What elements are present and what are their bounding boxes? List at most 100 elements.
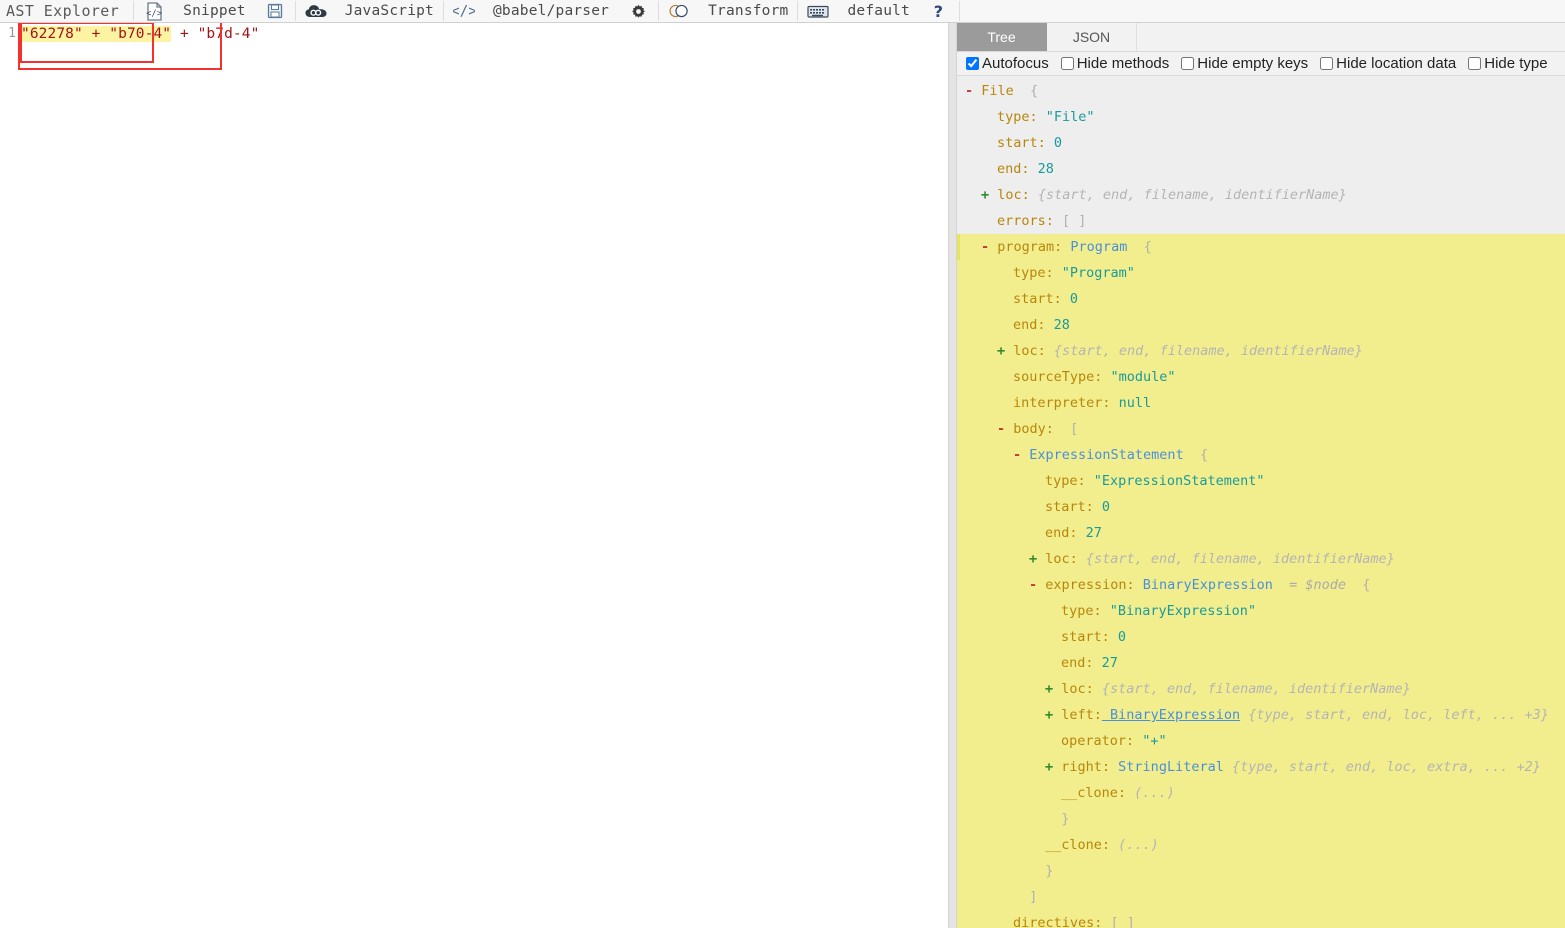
code-brackets-icon: </>: [453, 2, 475, 21]
ast-node-row[interactable]: + right: StringLiteral {type, start, end…: [957, 754, 1565, 780]
node-type[interactable]: BinaryExpression: [1135, 577, 1273, 593]
language-label[interactable]: JavaScript: [336, 0, 443, 22]
node-type[interactable]: BinaryExpression: [1102, 707, 1240, 723]
pane-resize-handle[interactable]: [948, 23, 957, 928]
parser-settings-button[interactable]: [618, 0, 658, 22]
snippet-label[interactable]: Snippet: [174, 0, 255, 22]
ast-node-row[interactable]: - expression: BinaryExpression = $node {: [957, 572, 1565, 598]
expand-toggle-icon[interactable]: +: [981, 187, 997, 203]
option-hide-location-data[interactable]: Hide location data: [1320, 55, 1456, 72]
line-number: 1: [8, 26, 16, 41]
option-hide-empty-keys[interactable]: Hide empty keys: [1181, 55, 1308, 72]
node-key: start:: [997, 135, 1046, 151]
node-key: program:: [997, 239, 1063, 255]
ast-node-row[interactable]: type: "Program": [957, 260, 1565, 286]
node-type[interactable]: StringLiteral: [1110, 759, 1224, 775]
node-key: type:: [1013, 265, 1054, 281]
node-key: body:: [1013, 421, 1054, 437]
node-value: {type, start, end, loc, extra, ... +2}: [1223, 759, 1541, 775]
transform-toggle-button[interactable]: [659, 0, 699, 22]
ast-node-row[interactable]: type: "File": [957, 104, 1565, 130]
ast-node-row[interactable]: + loc: {start, end, filename, identifier…: [957, 546, 1565, 572]
node-value: {start, end, filename, identifierName}: [1045, 343, 1363, 359]
save-button[interactable]: [255, 0, 295, 22]
ast-node-row[interactable]: end: 28: [957, 312, 1565, 338]
ast-node-row[interactable]: interpreter: null: [957, 390, 1565, 416]
ast-node-row[interactable]: + loc: {start, end, filename, identifier…: [957, 182, 1565, 208]
ast-tree-view[interactable]: - File {type: "File" start: 0 end: 28 + loc…: [957, 76, 1565, 928]
ast-node-row[interactable]: start: 0: [957, 286, 1565, 312]
node-key: end:: [997, 161, 1030, 177]
expand-toggle-icon[interactable]: +: [997, 343, 1013, 359]
ast-node-row[interactable]: sourceType: "module": [957, 364, 1565, 390]
node-value: "BinaryExpression": [1101, 603, 1257, 619]
option-hide-methods[interactable]: Hide methods: [1060, 55, 1169, 72]
collapse-toggle-icon[interactable]: -: [997, 421, 1013, 437]
ast-node-row[interactable]: + loc: {start, end, filename, identifier…: [957, 338, 1565, 364]
ast-node-row[interactable]: + loc: {start, end, filename, identifier…: [957, 676, 1565, 702]
ast-node-row[interactable]: - program: Program {: [957, 234, 1565, 260]
checkbox-hide-empty-keys[interactable]: [1181, 57, 1195, 70]
help-button[interactable]: ?: [919, 0, 959, 22]
collapse-toggle-icon[interactable]: -: [1013, 447, 1029, 463]
checkbox-hide-location-data[interactable]: [1320, 57, 1334, 70]
code-selection[interactable]: "62278" + "b70-4": [21, 26, 172, 42]
expand-toggle-icon[interactable]: +: [1029, 551, 1045, 567]
ast-node-row[interactable]: start: 0: [957, 130, 1565, 156]
checkbox-autofocus[interactable]: [966, 57, 979, 70]
tab-tree[interactable]: Tree: [957, 23, 1047, 51]
ast-node-row[interactable]: }: [957, 858, 1565, 884]
ast-node-row[interactable]: type: "BinaryExpression": [957, 598, 1565, 624]
collapse-toggle-icon[interactable]: -: [1029, 577, 1045, 593]
expand-toggle-icon[interactable]: +: [1045, 681, 1061, 697]
code-remainder[interactable]: + "b7d-4": [171, 26, 259, 42]
ast-node-row[interactable]: - File {: [957, 78, 1565, 104]
snippet-doc-button[interactable]: </>: [134, 0, 174, 22]
checkbox-hide-type[interactable]: [1468, 57, 1482, 70]
node-key: end:: [1013, 317, 1046, 333]
parser-label[interactable]: @babel/parser: [484, 0, 618, 22]
ast-node-row[interactable]: errors: [ ]: [957, 208, 1565, 234]
option-autofocus[interactable]: Autofocus: [966, 55, 1049, 72]
ast-node-row[interactable]: - body: [: [957, 416, 1565, 442]
keymap-label[interactable]: default: [838, 0, 919, 22]
ast-node-row[interactable]: end: 27: [957, 650, 1565, 676]
transform-label[interactable]: Transform: [699, 0, 797, 22]
cloud-button[interactable]: [296, 0, 336, 22]
option-hide-type[interactable]: Hide type: [1468, 55, 1548, 72]
ast-tab-bar: Tree JSON: [957, 23, 1565, 52]
node-key: __clone:: [1045, 837, 1111, 853]
ast-node-row[interactable]: ]: [957, 884, 1565, 910]
ast-node-row[interactable]: type: "ExpressionStatement": [957, 468, 1565, 494]
checkbox-hide-methods[interactable]: [1060, 57, 1074, 70]
tab-json[interactable]: JSON: [1047, 23, 1137, 51]
code-line-1[interactable]: 1 "62278" + "b70-4" + "b7d-4": [0, 23, 948, 45]
ast-node-row[interactable]: start: 0: [957, 624, 1565, 650]
node-annotation: = $node: [1272, 577, 1346, 593]
ast-node-row[interactable]: __clone: (...): [957, 832, 1565, 858]
ast-node-row[interactable]: start: 0: [957, 494, 1565, 520]
node-value: 0: [1045, 135, 1063, 151]
save-icon: [264, 2, 286, 21]
parser-code-button[interactable]: </>: [444, 0, 484, 22]
ast-node-row[interactable]: - ExpressionStatement {: [957, 442, 1565, 468]
keymap-button[interactable]: [798, 0, 838, 22]
node-key: start:: [1013, 291, 1062, 307]
node-key: directives:: [1013, 915, 1103, 928]
collapse-toggle-icon[interactable]: -: [981, 239, 997, 255]
ast-node-row[interactable]: directives: [ ]: [957, 910, 1565, 928]
code-content[interactable]: "62278" + "b70-4" + "b7d-4": [21, 23, 259, 45]
code-editor-pane[interactable]: 1 "62278" + "b70-4" + "b7d-4": [0, 23, 948, 928]
ast-node-row[interactable]: end: 28: [957, 156, 1565, 182]
node-type[interactable]: Program: [1062, 239, 1127, 255]
expand-toggle-icon[interactable]: +: [1045, 759, 1061, 775]
expand-toggle-icon[interactable]: +: [1045, 707, 1061, 723]
node-key: sourceType:: [1013, 369, 1103, 385]
node-key: start:: [1045, 499, 1094, 515]
ast-node-row[interactable]: + left: BinaryExpression {type, start, e…: [957, 702, 1565, 728]
ast-node-row[interactable]: __clone: (...): [957, 780, 1565, 806]
ast-node-row[interactable]: }: [957, 806, 1565, 832]
collapse-toggle-icon[interactable]: -: [965, 83, 981, 99]
ast-node-row[interactable]: end: 27: [957, 520, 1565, 546]
ast-node-row[interactable]: operator: "+": [957, 728, 1565, 754]
